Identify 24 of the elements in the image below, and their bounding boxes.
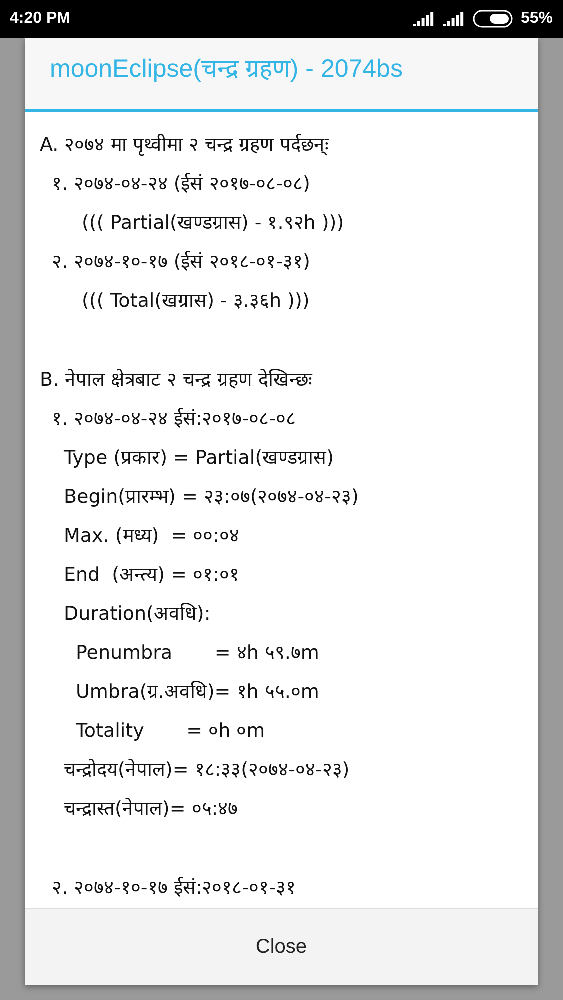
eclipse-info-line: ((( Total(खग्रास) - ३.३६h ))): [81, 289, 311, 314]
eclipse-info-line: Begin(प्रारम्भ) = २३:०७(२०७४-०४-२३): [63, 485, 360, 510]
signal-icon: [442, 12, 465, 26]
eclipse-info-line: B. नेपाल क्षेत्रबाट २ चन्द्र ग्रहण देखिन्छः: [39, 368, 314, 393]
eclipse-info-line: चन्द्रोदय(नेपाल)= १८:३३(२०७४-०४-२३): [63, 758, 351, 783]
dialog-title: moonEclipse(चन्द्र ग्रहण) - 2074bs: [50, 54, 404, 84]
eclipse-info-line: End (अन्त्य) = ०१:०१: [63, 563, 240, 588]
eclipse-info-line: १. २०७४-०४-२४ (ईसं २०१७-०८-०८): [51, 172, 312, 197]
eclipse-info-line: Duration(अवधि):: [63, 602, 212, 627]
eclipse-info-line: ((( Partial(खण्डग्रास) - १.९२h ))): [81, 211, 346, 236]
battery-icon: [472, 10, 513, 28]
eclipse-info-line: Umbra(ग्र.अवधि)= १h ५५.०m: [75, 680, 320, 705]
battery-percent: 55%: [520, 10, 553, 28]
eclipse-info-line: चन्द्रास्त(नेपाल)= ०५:४७: [63, 797, 240, 822]
eclipse-info-line: A. २०७४ मा पृथ्वीमा २ चन्द्र ग्रहण पर्दछन्ः: [39, 133, 330, 158]
eclipse-info-line: १. २०७४-०४-२४ ईसं:२०१७-०८-०८: [51, 407, 297, 432]
status-time: 4:20 PM: [10, 10, 70, 28]
eclipse-info-line: Type (प्रकार) = Partial(खण्डग्रास): [63, 446, 336, 471]
eclipse-info-line: २. २०७४-१०-१७ (ईसं २०१८-०१-३१): [51, 250, 312, 275]
signal-icon: [412, 12, 435, 26]
eclipse-info-line: Totality = ०h ०m: [75, 719, 266, 744]
eclipse-info-line: Penumbra = ४h ५९.७m: [75, 641, 320, 666]
eclipse-info-line: २. २०७४-१०-१७ ईसं:२०१८-०१-३१: [51, 876, 297, 901]
eclipse-info-line: Max. (मध्य) = ००:०४: [63, 524, 241, 549]
